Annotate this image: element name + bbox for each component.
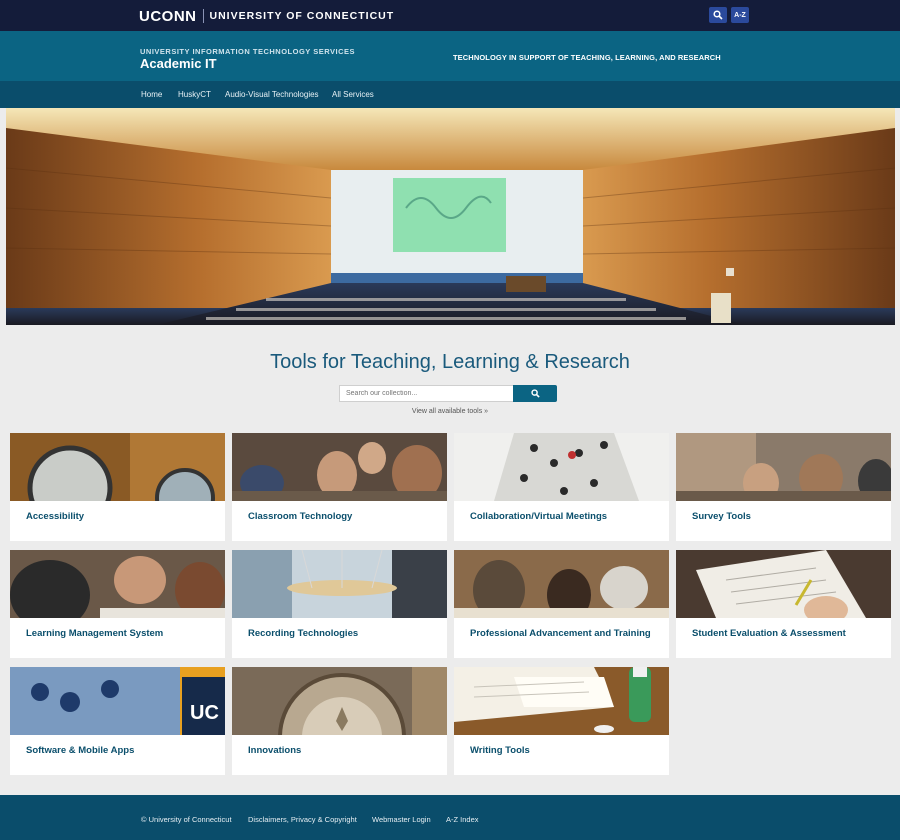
card-innovations[interactable]: Innovations xyxy=(232,667,447,775)
university-name: UNIVERSITY OF CONNECTICUT xyxy=(209,10,395,22)
nav-audio-visual[interactable]: Audio-Visual Technologies xyxy=(225,90,319,99)
footer-copyright[interactable]: © University of Connecticut xyxy=(141,815,232,824)
card-survey-tools[interactable]: Survey Tools xyxy=(676,433,891,541)
card-image xyxy=(10,550,225,618)
card-image xyxy=(454,667,669,735)
brand-logo: UCONN xyxy=(139,7,197,25)
card-classroom-technology[interactable]: Classroom Technology xyxy=(232,433,447,541)
site-header: UNIVERSITY INFORMATION TECHNOLOGY SERVIC… xyxy=(0,31,900,81)
main-nav: Home HuskyCT Audio-Visual Technologies A… xyxy=(0,81,900,108)
card-label: Recording Technologies xyxy=(248,628,359,639)
card-image xyxy=(232,550,447,618)
card-label: Writing Tools xyxy=(470,745,530,756)
card-image xyxy=(232,667,447,735)
tools-heading: Tools for Teaching, Learning & Research xyxy=(270,351,630,373)
search-icon xyxy=(713,10,723,20)
hero-lecture-hall-image xyxy=(6,108,895,325)
card-writing-tools[interactable]: Writing Tools xyxy=(454,667,669,775)
nav-all-services[interactable]: All Services xyxy=(332,90,374,99)
card-label: Learning Management System xyxy=(26,628,164,639)
card-label: Innovations xyxy=(248,745,302,756)
card-learning-management-system[interactable]: Learning Management System xyxy=(10,550,225,658)
card-image xyxy=(454,433,669,501)
card-image xyxy=(676,550,891,618)
site-tagline: TECHNOLOGY IN SUPPORT OF TEACHING, LEARN… xyxy=(453,53,721,62)
card-recording-technologies[interactable]: Recording Technologies xyxy=(232,550,447,658)
nav-home[interactable]: Home xyxy=(141,90,162,99)
site-footer: © University of Connecticut Disclaimers,… xyxy=(0,795,900,840)
card-label: Student Evaluation & Assessment xyxy=(692,628,846,639)
wordmark-divider xyxy=(202,9,204,23)
lecture-hall-illustration xyxy=(6,108,895,325)
card-image xyxy=(454,550,669,618)
view-all-tools-link[interactable]: View all available tools » xyxy=(0,408,900,415)
card-label: Collaboration/Virtual Meetings xyxy=(470,511,608,522)
uconn-wordmark[interactable]: UCONN UNIVERSITY OF CONNECTICUT xyxy=(139,7,395,25)
card-professional-advancement[interactable]: Professional Advancement and Training xyxy=(454,550,669,658)
card-label: Professional Advancement and Training xyxy=(470,628,651,639)
card-software-mobile-apps[interactable]: UC Software & Mobile Apps xyxy=(10,667,225,775)
footer-webmaster-login-link[interactable]: Webmaster Login xyxy=(372,815,431,824)
az-index-button[interactable]: A-Z xyxy=(731,7,749,23)
footer-disclaimers-link[interactable]: Disclaimers, Privacy & Copyright xyxy=(248,815,357,824)
card-label: Survey Tools xyxy=(692,511,751,522)
card-label: Software & Mobile Apps xyxy=(26,745,135,756)
tools-search-button[interactable] xyxy=(513,385,557,402)
nav-huskyct[interactable]: HuskyCT xyxy=(178,90,211,99)
svg-text:UC: UC xyxy=(190,702,219,724)
card-image xyxy=(10,433,225,501)
top-bar: UCONN UNIVERSITY OF CONNECTICUT A-Z xyxy=(0,0,900,31)
search-button[interactable] xyxy=(709,7,727,23)
card-accessibility[interactable]: Accessibility xyxy=(10,433,225,541)
site-title[interactable]: Academic IT xyxy=(140,56,217,71)
search-icon xyxy=(530,389,540,398)
card-image xyxy=(232,433,447,501)
card-image: UC xyxy=(10,667,225,735)
card-collaboration[interactable]: Collaboration/Virtual Meetings xyxy=(454,433,669,541)
tools-search-input[interactable] xyxy=(339,385,514,402)
card-student-evaluation[interactable]: Student Evaluation & Assessment xyxy=(676,550,891,658)
card-label: Accessibility xyxy=(26,511,85,522)
department-name[interactable]: UNIVERSITY INFORMATION TECHNOLOGY SERVIC… xyxy=(140,47,355,56)
card-label: Classroom Technology xyxy=(248,511,353,522)
footer-az-index-link[interactable]: A-Z Index xyxy=(446,815,479,824)
card-image xyxy=(676,433,891,501)
